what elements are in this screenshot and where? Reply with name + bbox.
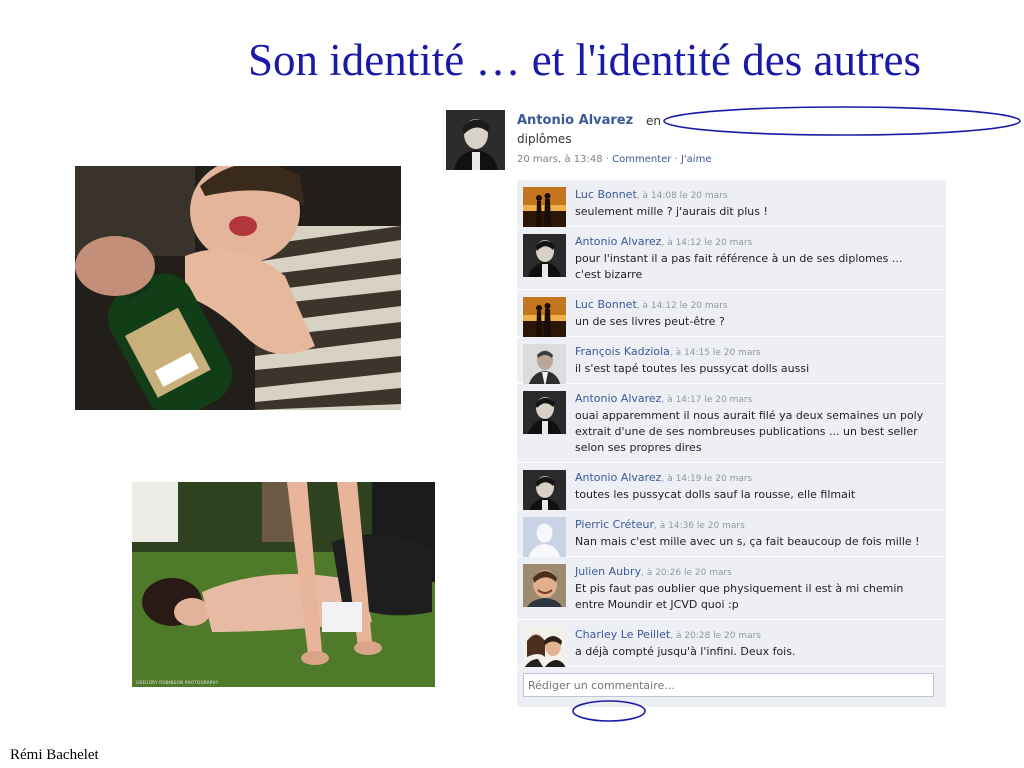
comment-text: toutes les pussycat dolls sauf la rousse… bbox=[575, 488, 856, 501]
comment-header: Antonio Alvarez, à 14:12 le 20 mars bbox=[575, 234, 940, 251]
comment-item: Antonio Alvarez, à 14:12 le 20 mars pour … bbox=[517, 227, 946, 290]
comment-header: François Kadziola, à 14:15 le 20 mars bbox=[575, 344, 940, 361]
man-smiling-avatar-icon[interactable] bbox=[523, 564, 566, 607]
comment-header: Julien Aubry, à 20:26 le 20 mars bbox=[575, 564, 940, 581]
comment-author-link[interactable]: Antonio Alvarez bbox=[575, 235, 661, 248]
comment-time-text: à 14:15 le 20 mars bbox=[675, 348, 761, 358]
comment-item: Pierric Créteur, à 14:36 le 20 mars Nan m… bbox=[517, 510, 946, 560]
comment-time-text: à 14:17 le 20 mars bbox=[667, 395, 753, 405]
comment-author-link[interactable]: Antonio Alvarez bbox=[575, 392, 661, 405]
comment-author-link[interactable]: Julien Aubry bbox=[575, 565, 641, 578]
comment-time-text: à 14:12 le 20 mars bbox=[642, 301, 728, 311]
man-dark-avatar-icon[interactable] bbox=[523, 391, 566, 434]
facebook-post-panel: Antonio Alvarez en diplômes 20 mars, à 1… bbox=[445, 102, 1024, 768]
post-text-prefix: en bbox=[646, 114, 661, 128]
comment-time: , à 14:12 le 20 mars bbox=[636, 301, 728, 311]
comment-time-text: à 14:36 le 20 mars bbox=[659, 521, 745, 531]
comment-header: Luc Bonnet, à 14:08 le 20 mars bbox=[575, 187, 940, 204]
comment-item: Charley Le Peillet, à 20:28 le 20 mars a … bbox=[517, 620, 946, 670]
party-photo bbox=[75, 166, 401, 410]
comment-author-link[interactable]: Pierric Créteur bbox=[575, 518, 654, 531]
man-dark-avatar-icon[interactable] bbox=[523, 470, 566, 513]
comment-header: Pierric Créteur, à 14:36 le 20 mars bbox=[575, 517, 940, 534]
slide-author: Rémi Bachelet bbox=[10, 747, 99, 763]
comment-time: , à 14:15 le 20 mars bbox=[669, 348, 761, 358]
comment-author-link[interactable]: Luc Bonnet bbox=[575, 298, 637, 311]
meta-separator: · bbox=[605, 154, 609, 165]
comment-text: ouai apparemment il nous aurait filé ya … bbox=[575, 409, 924, 454]
comment-time-text: à 14:19 le 20 mars bbox=[667, 474, 753, 484]
man-dark-avatar-icon[interactable] bbox=[523, 234, 566, 277]
two-people-avatar-icon[interactable] bbox=[523, 627, 566, 670]
comment-text: Et pis faut pas oublier que physiquement… bbox=[575, 582, 904, 611]
comment-text: il s'est tapé toutes les pussycat dolls … bbox=[575, 362, 810, 375]
comment-item: Luc Bonnet, à 14:08 le 20 mars seulement … bbox=[517, 180, 946, 230]
comment-author-link[interactable]: Charley Le Peillet bbox=[575, 628, 670, 641]
comment-author-link[interactable]: Antonio Alvarez bbox=[575, 471, 661, 484]
comment-header: Luc Bonnet, à 14:12 le 20 mars bbox=[575, 297, 940, 314]
comment-header: Antonio Alvarez, à 14:19 le 20 mars bbox=[575, 470, 940, 487]
slide-title: Son identité … et l'identité des autres bbox=[248, 35, 921, 85]
comment-time-text: à 20:26 le 20 mars bbox=[646, 568, 732, 578]
comment-text: seulement mille ? j'aurais dit plus ! bbox=[575, 205, 768, 218]
comment-item: Luc Bonnet, à 14:12 le 20 mars un de ses … bbox=[517, 290, 946, 340]
comment-input[interactable] bbox=[523, 673, 934, 697]
comment-item: François Kadziola, à 14:15 le 20 mars il … bbox=[517, 337, 946, 387]
like-link[interactable]: J'aime bbox=[681, 154, 712, 165]
photo-credit: GREGORY ROBINSON PHOTOGRAPHY bbox=[136, 680, 219, 685]
comment-link[interactable]: Commenter bbox=[612, 154, 671, 165]
comment-item: Antonio Alvarez, à 14:19 le 20 mars toute… bbox=[517, 463, 946, 513]
sunset-couple-avatar-icon[interactable] bbox=[523, 187, 566, 230]
post-meta: 20 mars, à 13:48 · Commenter · J'aime bbox=[517, 154, 711, 165]
comment-time: , à 20:26 le 20 mars bbox=[641, 568, 732, 578]
comment-time: , à 14:12 le 20 mars bbox=[661, 238, 753, 248]
comment-author-link[interactable]: François Kadziola bbox=[575, 345, 670, 358]
grass-photo: GREGORY ROBINSON PHOTOGRAPHY bbox=[132, 482, 435, 687]
comment-text: pour l'instant il a pas fait référence à… bbox=[575, 252, 903, 281]
comment-item: Julien Aubry, à 20:26 le 20 mars Et pis f… bbox=[517, 557, 946, 620]
comment-text: a déjà compté jusqu'à l'infini. Deux foi… bbox=[575, 645, 796, 658]
comment-header: Antonio Alvarez, à 14:17 le 20 mars bbox=[575, 391, 940, 408]
comment-input-area bbox=[517, 667, 946, 707]
comment-time: , à 20:28 le 20 mars bbox=[670, 631, 761, 641]
comment-item: Antonio Alvarez, à 14:17 le 20 mars ouai … bbox=[517, 384, 946, 463]
comment-time-text: à 14:08 le 20 mars bbox=[642, 191, 728, 201]
man-suit-avatar-icon[interactable] bbox=[523, 344, 566, 387]
comment-time-text: à 14:12 le 20 mars bbox=[667, 238, 753, 248]
comment-time: , à 14:36 le 20 mars bbox=[653, 521, 745, 531]
comment-time: , à 14:19 le 20 mars bbox=[661, 474, 753, 484]
default-silhouette-avatar-icon[interactable] bbox=[523, 517, 566, 560]
post-author-link[interactable]: Antonio Alvarez bbox=[517, 113, 633, 128]
comment-time: , à 14:08 le 20 mars bbox=[636, 191, 728, 201]
post-date: 20 mars, à 13:48 bbox=[517, 154, 603, 165]
comment-text: Nan mais c'est mille avec un s, ça fait … bbox=[575, 535, 920, 548]
comment-time-text: à 20:28 le 20 mars bbox=[675, 631, 761, 641]
sunset-couple-avatar-icon[interactable] bbox=[523, 297, 566, 340]
post-avatar-man-icon[interactable] bbox=[446, 110, 505, 170]
comment-text: un de ses livres peut-être ? bbox=[575, 315, 725, 328]
meta-separator: · bbox=[674, 154, 678, 165]
comment-header: Charley Le Peillet, à 20:28 le 20 mars bbox=[575, 627, 940, 644]
comment-author-link[interactable]: Luc Bonnet bbox=[575, 188, 637, 201]
post-text-line2: diplômes bbox=[517, 132, 572, 146]
comment-time: , à 14:17 le 20 mars bbox=[661, 395, 753, 405]
comment-list: Luc Bonnet, à 14:08 le 20 mars seulement … bbox=[517, 180, 946, 707]
